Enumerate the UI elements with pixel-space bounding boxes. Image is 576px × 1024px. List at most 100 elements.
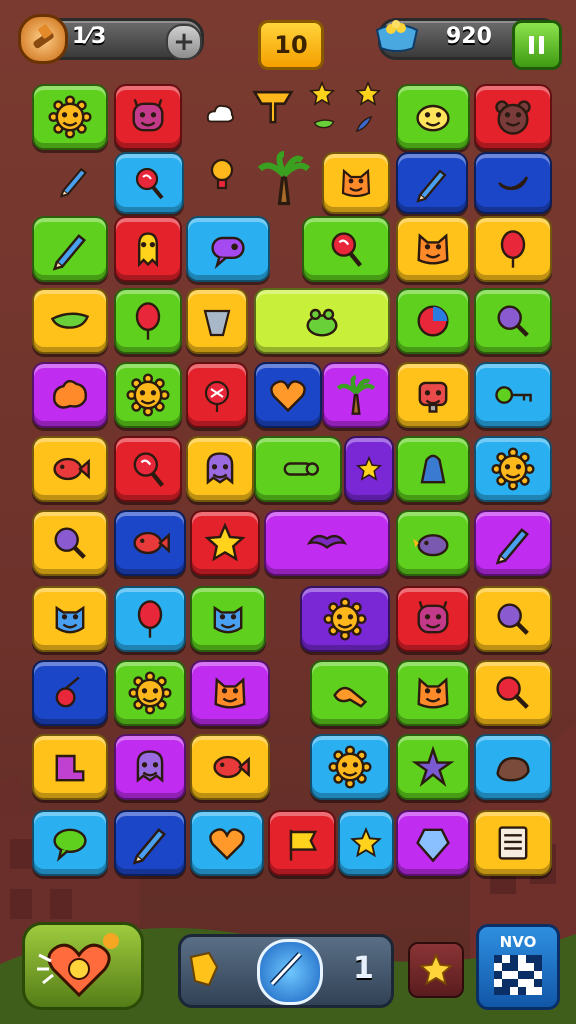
board-tile[interactable] (32, 734, 108, 800)
board-tile[interactable] (32, 288, 108, 354)
board-tile[interactable] (114, 288, 182, 354)
board-tile[interactable] (344, 436, 394, 502)
board-tile[interactable] (302, 216, 390, 282)
board-tile[interactable] (32, 216, 108, 282)
board-tile[interactable] (114, 734, 186, 800)
board-tile[interactable] (396, 734, 470, 800)
monster-face-icon (411, 597, 455, 641)
star-icon[interactable] (354, 80, 382, 108)
heart-icon (266, 373, 310, 417)
board-tile[interactable] (396, 586, 470, 652)
board-tile[interactable] (186, 288, 248, 354)
board-tile[interactable] (254, 436, 342, 502)
board-tile[interactable] (396, 660, 470, 726)
board-tile[interactable] (396, 288, 470, 354)
bat-icon (305, 521, 349, 565)
board-tile[interactable] (474, 810, 552, 876)
lollipop-icon (324, 227, 368, 271)
board-tile[interactable] (32, 510, 108, 576)
cat-face-icon (208, 671, 252, 715)
star-icon (418, 952, 454, 986)
board-tile[interactable] (268, 810, 336, 876)
board-tile[interactable] (396, 84, 470, 150)
board-tile[interactable] (186, 436, 254, 502)
board-tile[interactable] (474, 84, 552, 150)
board-tile[interactable] (114, 216, 182, 282)
board-tile[interactable] (254, 288, 390, 354)
board-tile[interactable] (254, 362, 322, 428)
board-tile[interactable] (190, 734, 270, 800)
star-icon[interactable] (308, 80, 336, 108)
board-tile[interactable] (300, 586, 390, 652)
board-tile[interactable] (114, 152, 184, 214)
balloon-icon (128, 597, 172, 641)
sword-booster-button[interactable] (257, 939, 323, 1005)
board-tile[interactable] (474, 216, 552, 282)
board-tile[interactable] (190, 660, 270, 726)
bulb-icon[interactable] (202, 154, 242, 194)
speech-bubble-icon (48, 821, 92, 865)
board-tile[interactable] (310, 660, 390, 726)
board-tile[interactable] (474, 734, 552, 800)
board-tile[interactable] (190, 510, 260, 576)
board-tile[interactable] (264, 510, 390, 576)
board-tile[interactable] (186, 216, 270, 282)
board-tile[interactable] (474, 152, 552, 214)
board-tile[interactable] (32, 436, 108, 502)
board-tile[interactable] (32, 362, 108, 428)
board-tile[interactable] (396, 216, 470, 282)
booster-button[interactable] (22, 922, 144, 1010)
board-tile[interactable] (114, 84, 182, 150)
orb-icon (411, 299, 455, 343)
pause-button[interactable] (512, 20, 562, 70)
cloud-icon[interactable] (196, 96, 244, 130)
board-tile[interactable] (32, 810, 108, 876)
board-tile[interactable] (474, 436, 552, 502)
ghost-icon (128, 745, 172, 789)
board-tile[interactable] (322, 362, 390, 428)
feather-icon[interactable] (352, 112, 376, 136)
board-tile[interactable] (190, 810, 264, 876)
bottom-bar: 1 NVO (0, 920, 576, 1024)
qr-button[interactable]: NVO (476, 924, 560, 1010)
board-tile[interactable] (338, 810, 394, 876)
board-tile[interactable] (32, 84, 108, 150)
board-tile[interactable] (474, 510, 552, 576)
hammer-icon (18, 14, 68, 64)
board-tile[interactable] (474, 362, 552, 428)
robot-face-icon (411, 373, 455, 417)
ribbon-icon[interactable] (250, 80, 296, 132)
leaf-icon[interactable] (312, 112, 336, 136)
board-tile[interactable] (114, 362, 182, 428)
palm-tree-icon[interactable] (254, 148, 314, 208)
board-tile[interactable] (474, 586, 552, 652)
board-tile[interactable] (474, 660, 552, 726)
bucket-icon (197, 301, 237, 341)
add-lives-button[interactable]: + (166, 24, 202, 60)
board-tile[interactable] (186, 362, 248, 428)
board-tile[interactable] (114, 510, 186, 576)
board-tile[interactable] (396, 436, 470, 502)
board-tile[interactable] (114, 810, 186, 876)
board-tile[interactable] (396, 510, 470, 576)
board-tile[interactable] (474, 288, 552, 354)
moves-panel: 1 (178, 934, 394, 1008)
qr-code-icon (494, 955, 542, 995)
board-tile[interactable] (322, 152, 390, 214)
frog-icon (300, 299, 344, 343)
board-tile[interactable] (32, 660, 108, 726)
board-tile[interactable] (396, 152, 468, 214)
magnifier-icon (491, 597, 535, 641)
sun-face-icon (328, 745, 372, 789)
pencil-icon (128, 821, 172, 865)
board-tile[interactable] (396, 362, 470, 428)
board-tile[interactable] (32, 586, 108, 652)
board-tile[interactable] (190, 586, 266, 652)
board-tile[interactable] (396, 810, 470, 876)
board-tile[interactable] (310, 734, 390, 800)
star-button[interactable] (408, 942, 464, 998)
board-tile[interactable] (114, 660, 186, 726)
pencil-icon[interactable] (56, 162, 92, 198)
board-tile[interactable] (114, 436, 182, 502)
board-tile[interactable] (114, 586, 186, 652)
